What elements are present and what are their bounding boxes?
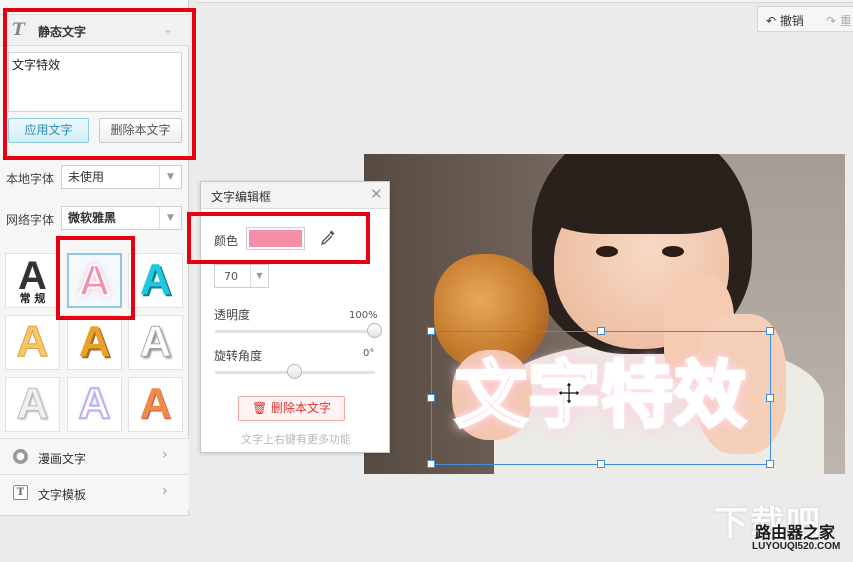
style-glyph: A <box>139 317 172 367</box>
text-edit-dialog: 文字编辑框 ✕ 颜色 70 ▼ 透明度 100% 旋转角度 0° 🗑 删除本文字… <box>200 181 390 453</box>
menu-comic-text-label: 漫画文字 <box>38 452 87 466</box>
color-swatch-fill <box>249 230 302 247</box>
text-t-icon: T <box>12 20 25 40</box>
watermark-url: LUYOUQI520.COM <box>752 541 841 552</box>
redo-button[interactable]: ↷ 重 <box>826 12 852 29</box>
text-left-panel: T 静态文字 ⌄ 文字特效 应用文字 删除本文字 本地字体 未使用 ▼ 网络字体… <box>0 0 189 516</box>
color-label: 颜色 <box>214 234 239 248</box>
font-size-value: 70 <box>224 270 238 283</box>
opacity-slider-knob[interactable] <box>367 323 382 338</box>
menu-comic-text[interactable]: ● 漫画文字 › <box>0 438 189 474</box>
style-tile-gold[interactable]: A <box>67 315 122 370</box>
undo-icon: ↶ <box>766 14 777 28</box>
local-font-select[interactable]: 未使用 ▼ <box>61 165 182 189</box>
workspace-top-border <box>196 0 853 3</box>
undo-button[interactable]: ↶ 撤销 <box>766 12 804 29</box>
static-text-title: 静态文字 <box>38 25 87 39</box>
style-tile-white-shadow[interactable]: A <box>128 315 183 370</box>
dropdown-arrow-icon: ▼ <box>159 207 181 229</box>
dialog-delete-label: 删除本文字 <box>271 401 332 415</box>
dropdown-arrow-icon: ▼ <box>250 265 268 287</box>
photo-bangs <box>546 166 736 234</box>
web-font-label: 网络字体 <box>6 213 55 227</box>
trash-icon: 🗑 <box>251 401 268 415</box>
photo-eye-left <box>596 246 618 257</box>
move-cursor-icon <box>557 381 581 405</box>
style-glyph: A <box>139 255 172 304</box>
resize-handle-top-right[interactable] <box>766 327 774 335</box>
style-glyph: A <box>139 379 172 428</box>
close-icon[interactable]: ✕ <box>370 185 383 203</box>
resize-handle-bottom[interactable] <box>597 460 605 468</box>
rotation-label: 旋转角度 <box>214 349 263 363</box>
resize-handle-left[interactable] <box>427 394 435 402</box>
style-tile-orange-gradient[interactable]: A <box>128 377 183 432</box>
web-font-select[interactable]: 微软雅黑 ▼ <box>61 206 182 230</box>
rotation-value: 0° <box>363 348 375 359</box>
style-tile-regular[interactable]: A 常 规 <box>5 253 60 308</box>
opacity-label: 透明度 <box>214 308 251 322</box>
dialog-header[interactable]: 文字编辑框 ✕ <box>201 182 389 209</box>
style-glyph: A <box>78 255 112 306</box>
chevron-right-icon: › <box>162 447 168 463</box>
resize-handle-bottom-left[interactable] <box>427 460 435 468</box>
dialog-title: 文字编辑框 <box>211 190 272 204</box>
chevron-right-icon: › <box>162 483 168 499</box>
text-template-icon: T <box>13 485 28 500</box>
dropdown-arrow-icon: ▼ <box>159 166 181 188</box>
resize-handle-top[interactable] <box>597 327 605 335</box>
photo-eye-right <box>662 246 684 257</box>
delete-text-button[interactable]: 删除本文字 <box>99 118 182 143</box>
watermark-site-name: 路由器之家 <box>755 523 836 542</box>
resize-handle-bottom-right[interactable] <box>766 460 774 468</box>
comic-bubble-icon: ● <box>13 449 28 464</box>
redo-icon: ↷ <box>826 14 837 28</box>
redo-label: 重 <box>839 14 852 28</box>
style-glyph: A <box>78 378 112 429</box>
static-text-header[interactable]: T 静态文字 ⌄ <box>0 14 189 46</box>
resize-handle-top-left[interactable] <box>427 327 435 335</box>
local-font-label: 本地字体 <box>6 172 55 186</box>
font-size-select[interactable]: 70 ▼ <box>214 264 269 288</box>
opacity-value: 100% <box>349 310 378 321</box>
style-tile-label: 常 规 <box>19 292 46 305</box>
web-font-value: 微软雅黑 <box>68 211 117 225</box>
local-font-value: 未使用 <box>68 170 105 184</box>
resize-handle-right[interactable] <box>766 394 774 402</box>
apply-text-button[interactable]: 应用文字 <box>8 118 89 143</box>
style-tile-emboss[interactable]: A <box>5 377 60 432</box>
style-tile-dotted[interactable]: A <box>5 315 60 370</box>
menu-text-template[interactable]: T 文字模板 › <box>0 474 189 510</box>
undo-label: 撤销 <box>779 14 804 28</box>
style-glyph: A <box>16 379 49 429</box>
dialog-delete-text-button[interactable]: 🗑 删除本文字 <box>238 396 345 421</box>
style-glyph: A <box>78 317 111 366</box>
undo-redo-toolbar: ↶ 撤销 ↷ 重 <box>757 6 853 32</box>
text-selection-box[interactable] <box>427 327 774 468</box>
text-input-area[interactable]: 文字特效 <box>8 52 182 112</box>
eyedropper-icon[interactable] <box>319 228 337 246</box>
style-tile-pink-glow[interactable]: A <box>67 253 122 308</box>
style-tile-cyan[interactable]: A <box>128 253 183 308</box>
rotation-slider-knob[interactable] <box>287 364 302 379</box>
menu-text-template-label: 文字模板 <box>38 488 87 502</box>
color-swatch[interactable] <box>246 227 305 250</box>
style-glyph: A <box>16 317 49 367</box>
right-click-hint: 文字上右键有更多功能 <box>241 433 351 446</box>
style-tile-rainbow[interactable]: A <box>67 377 122 432</box>
chevron-down-icon[interactable]: ⌄ <box>163 22 173 36</box>
opacity-slider-track[interactable] <box>215 330 375 333</box>
